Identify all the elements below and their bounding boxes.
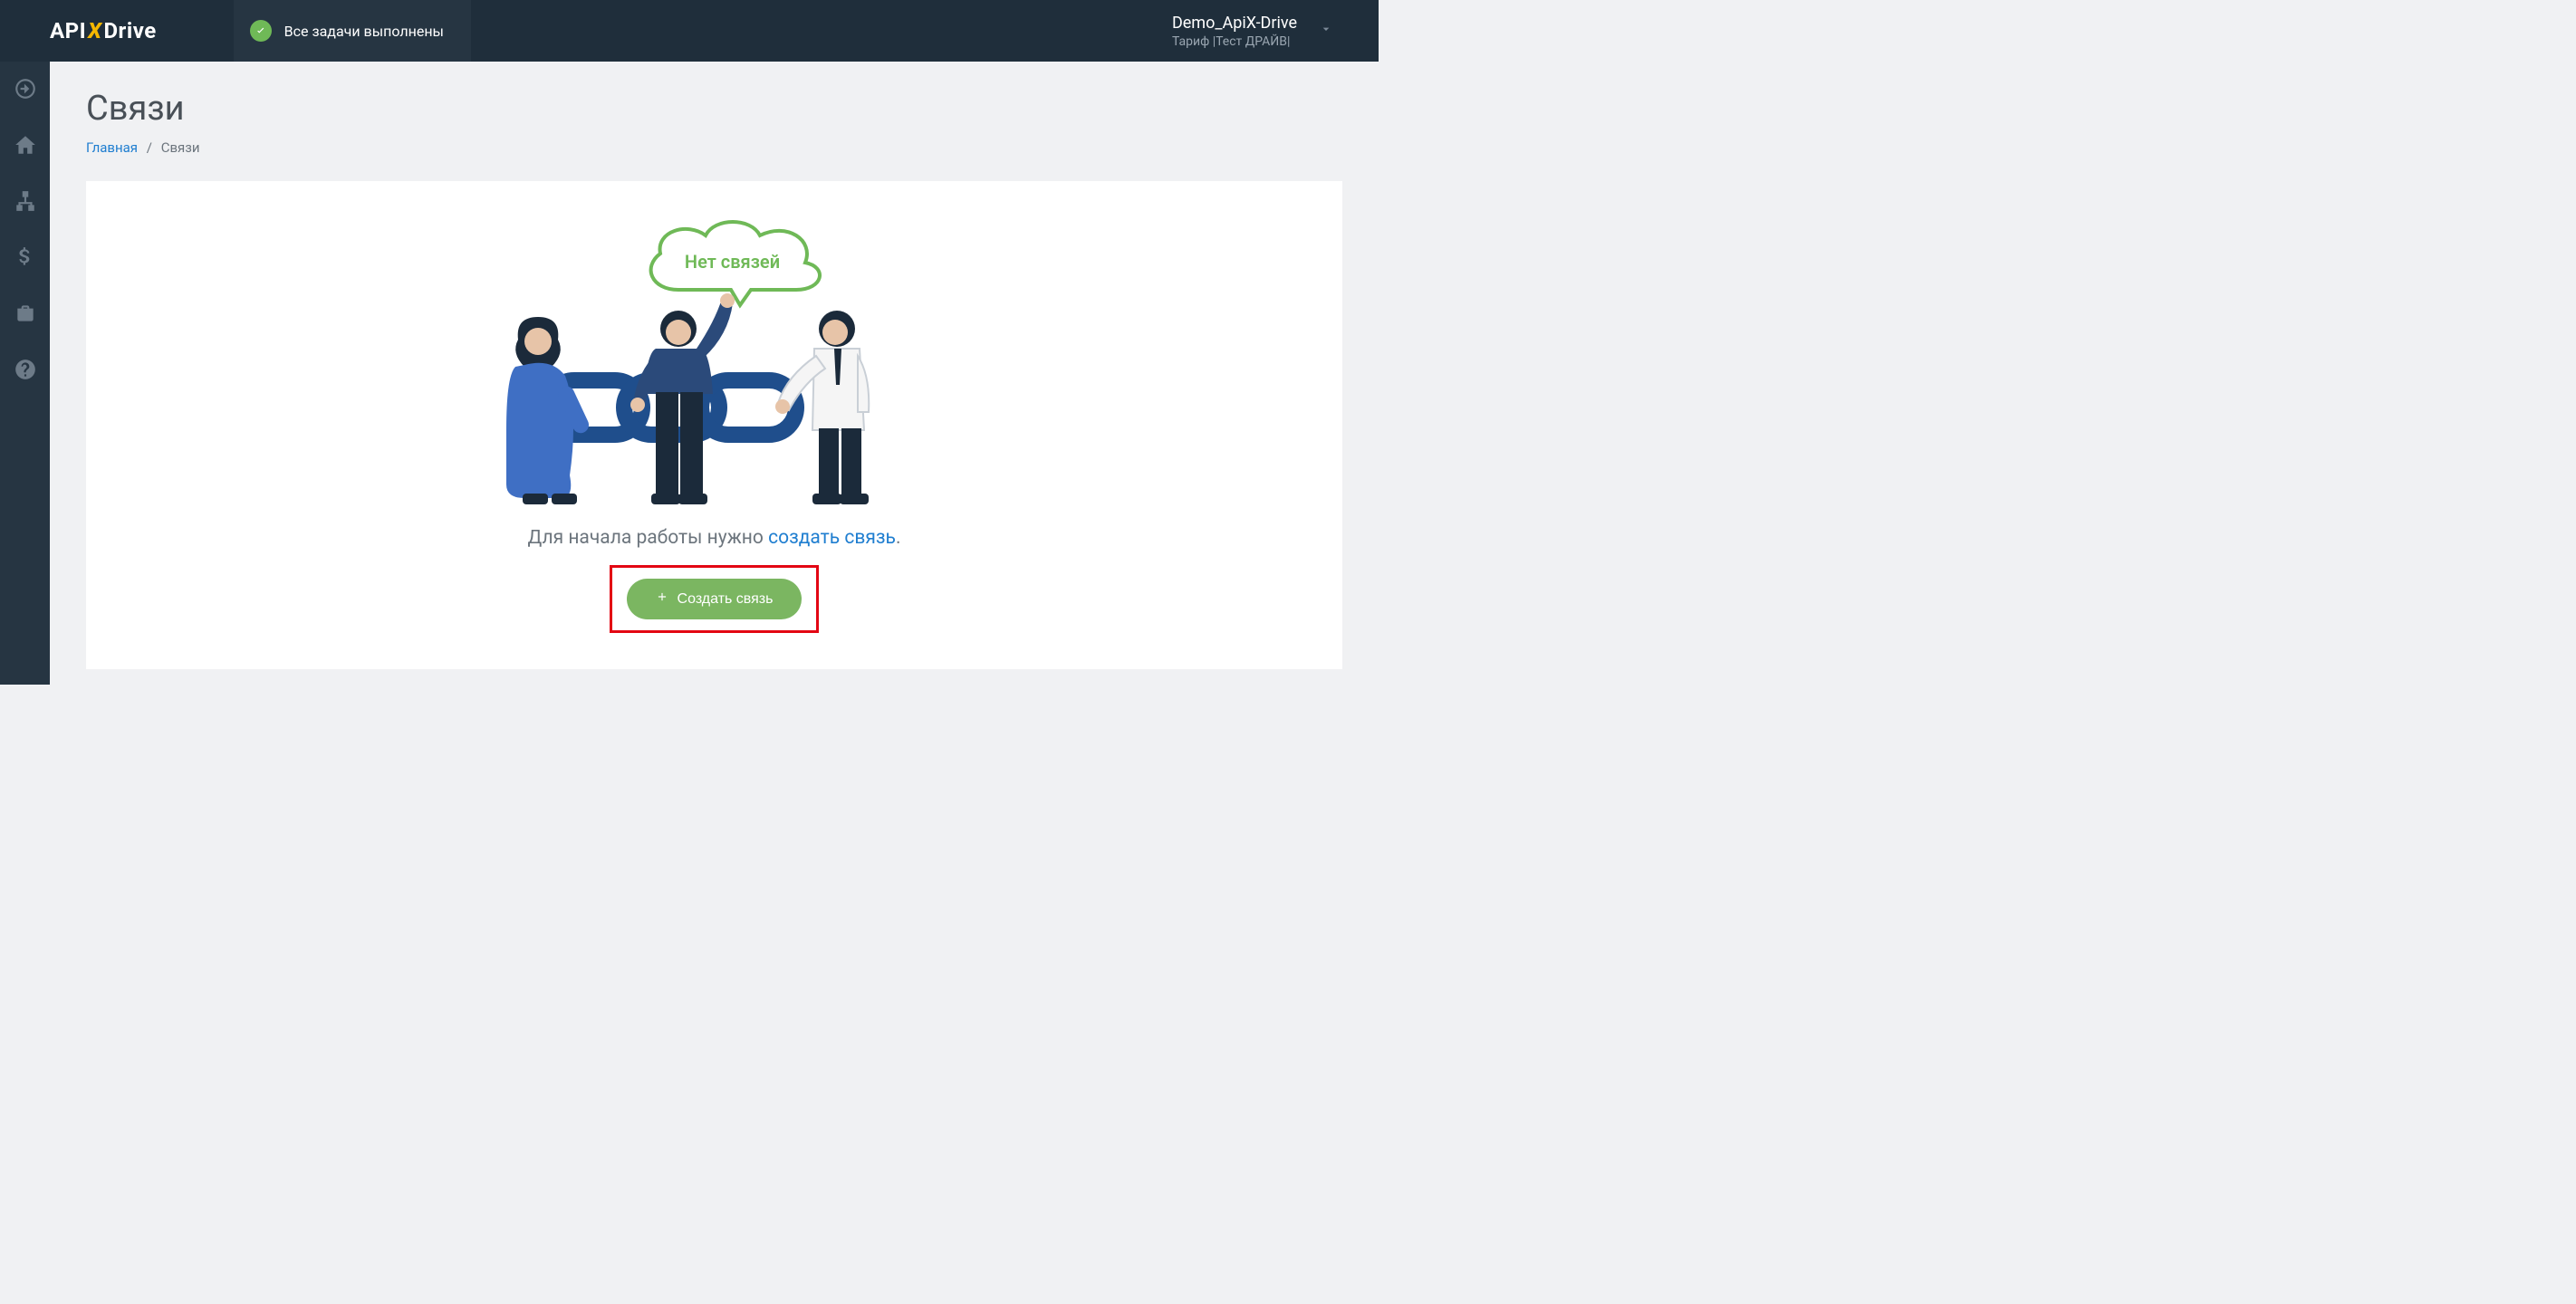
top-header: API X Drive Все задачи выполнены Demo_Ap… bbox=[0, 0, 1379, 62]
sitemap-icon bbox=[14, 189, 37, 216]
empty-state-panel: Нет связей bbox=[86, 181, 1342, 669]
breadcrumb-separator: / bbox=[147, 139, 152, 156]
sidebar-item-help[interactable] bbox=[0, 351, 50, 391]
breadcrumb: Главная / Связи bbox=[86, 139, 1342, 156]
breadcrumb-current: Связи bbox=[161, 139, 200, 156]
sidebar-item-work[interactable] bbox=[0, 295, 50, 335]
account-info: Demo_ApiX-Drive Тариф |Тест ДРАЙВ| bbox=[1172, 14, 1297, 49]
check-circle-icon bbox=[250, 20, 272, 42]
home-icon bbox=[14, 133, 37, 160]
sidebar-item-billing[interactable] bbox=[0, 239, 50, 279]
help-icon bbox=[14, 358, 37, 385]
sidebar bbox=[0, 62, 50, 685]
chevron-down-icon bbox=[1319, 22, 1333, 40]
prompt-suffix: . bbox=[896, 527, 901, 549]
highlight-box: Создать связь bbox=[610, 565, 820, 633]
page-title: Связи bbox=[86, 89, 1342, 129]
arrow-circle-icon bbox=[14, 77, 37, 104]
logo-text-api: API bbox=[50, 18, 86, 43]
cloud-text: Нет связей bbox=[633, 251, 832, 273]
sidebar-item-connections[interactable] bbox=[0, 183, 50, 223]
briefcase-icon bbox=[14, 302, 37, 329]
sidebar-item-start[interactable] bbox=[0, 71, 50, 110]
empty-state-prompt: Для начала работы нужно создать связь. bbox=[104, 527, 1324, 549]
breadcrumb-home-link[interactable]: Главная bbox=[86, 139, 138, 156]
create-connection-button-label: Создать связь bbox=[678, 591, 774, 608]
logo-text-drive: Drive bbox=[103, 18, 156, 43]
create-connection-link[interactable]: создать связь bbox=[768, 527, 896, 549]
tasks-status-text: Все задачи выполнены bbox=[284, 23, 444, 40]
account-menu[interactable]: Demo_ApiX-Drive Тариф |Тест ДРАЙВ| bbox=[1172, 14, 1333, 49]
empty-state-illustration: Нет связей bbox=[479, 208, 950, 507]
main-content: Связи Главная / Связи Нет связей bbox=[50, 62, 1379, 685]
logo[interactable]: API X Drive bbox=[0, 18, 157, 43]
account-name: Demo_ApiX-Drive bbox=[1172, 14, 1297, 33]
sidebar-item-home[interactable] bbox=[0, 127, 50, 167]
plus-icon bbox=[656, 590, 668, 608]
prompt-prefix: Для начала работы нужно bbox=[527, 527, 768, 549]
logo-text-x: X bbox=[88, 18, 101, 43]
people-chain-illustration bbox=[479, 285, 950, 507]
tasks-status[interactable]: Все задачи выполнены bbox=[234, 0, 471, 62]
create-connection-button[interactable]: Создать связь bbox=[627, 579, 803, 619]
account-plan: Тариф |Тест ДРАЙВ| bbox=[1172, 34, 1297, 49]
dollar-icon bbox=[14, 245, 37, 273]
